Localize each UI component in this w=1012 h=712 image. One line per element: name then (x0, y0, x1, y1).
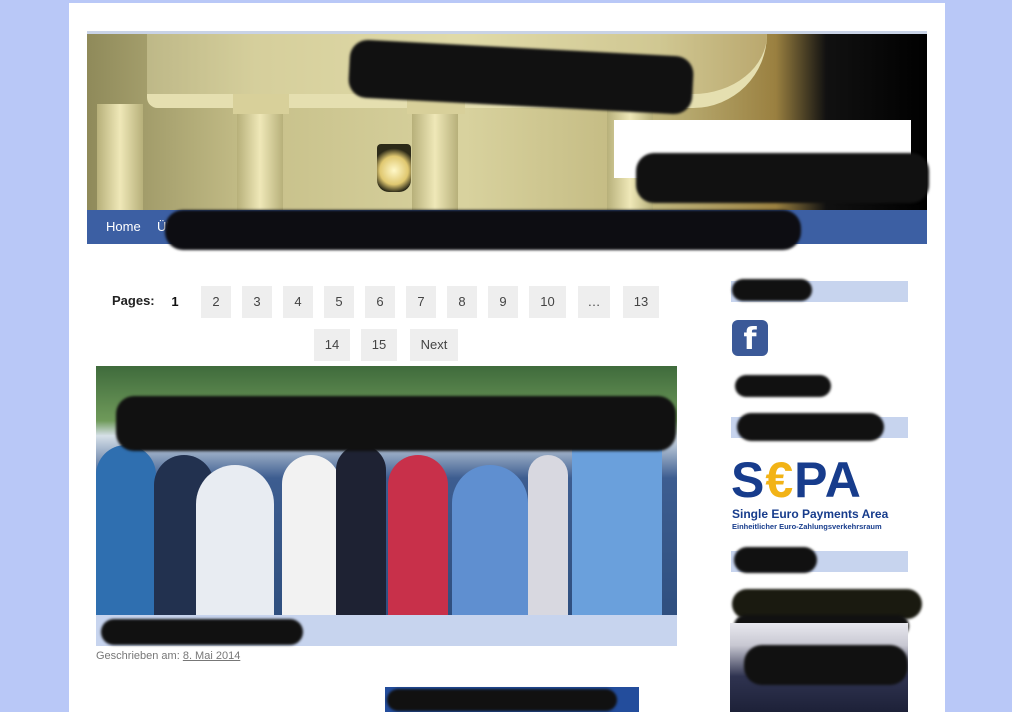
header-column (97, 104, 143, 212)
page-link[interactable]: 5 (324, 286, 354, 318)
redaction-scribble (101, 619, 303, 645)
page-link[interactable]: 13 (623, 286, 659, 318)
redaction-scribble (744, 645, 908, 685)
photo-person (452, 465, 528, 615)
page-link[interactable]: 4 (283, 286, 313, 318)
page-link[interactable]: 7 (406, 286, 436, 318)
sepa-wordmark: S€PA (731, 452, 862, 508)
sepa-logo: S€PA Single Euro Payments Area Einheitli… (731, 453, 905, 533)
page-link[interactable]: 8 (447, 286, 477, 318)
page-link[interactable]: 15 (361, 329, 397, 361)
redaction-scribble (636, 153, 929, 203)
post-date-link[interactable]: 8. Mai 2014 (183, 650, 240, 662)
header-column (237, 104, 283, 212)
next-page-link[interactable]: Next (410, 329, 458, 361)
redaction-scribble (116, 396, 676, 451)
header-column (412, 104, 458, 212)
photo-person (282, 455, 340, 615)
page-link[interactable]: 9 (488, 286, 518, 318)
sepa-subcaption: Einheitlicher Euro-Zahlungsverkehrsraum (732, 522, 882, 531)
post-meta: Geschrieben am: 8. Mai 2014 (96, 650, 240, 662)
pagination-label: Pages: (112, 293, 155, 308)
sepa-caption: Single Euro Payments Area (732, 507, 889, 521)
facebook-icon[interactable]: f (732, 320, 768, 357)
page-link[interactable]: 2 (201, 286, 231, 318)
page-container: Home Üb mpressum Pages: 1 2 3 4 5 6 7 8 … (69, 3, 945, 712)
page-link[interactable]: 6 (365, 286, 395, 318)
redaction-scribble (737, 413, 884, 441)
page-link[interactable]: 3 (242, 286, 272, 318)
post-meta-label: Geschrieben am: (96, 650, 180, 662)
redaction-scribble (165, 210, 801, 250)
photo-person (336, 445, 386, 615)
photo-person (528, 455, 568, 615)
redaction-scribble (732, 279, 812, 301)
redaction-scribble (735, 375, 831, 397)
euro-icon: € (765, 452, 795, 508)
post-photo[interactable] (96, 366, 677, 615)
page-link[interactable]: 10 (529, 286, 566, 318)
page-link[interactable]: 14 (314, 329, 350, 361)
nav-item-home[interactable]: Home (106, 210, 141, 244)
redaction-scribble (387, 689, 617, 711)
redaction-scribble (734, 547, 817, 573)
photo-person (388, 455, 448, 615)
photo-person (96, 445, 156, 615)
page-ellipsis: … (578, 286, 610, 318)
header-lamp (377, 144, 411, 192)
page-current: 1 (171, 294, 179, 309)
header-column-capital (233, 94, 289, 114)
sidebar-photo[interactable] (730, 623, 908, 712)
photo-person (196, 465, 274, 615)
